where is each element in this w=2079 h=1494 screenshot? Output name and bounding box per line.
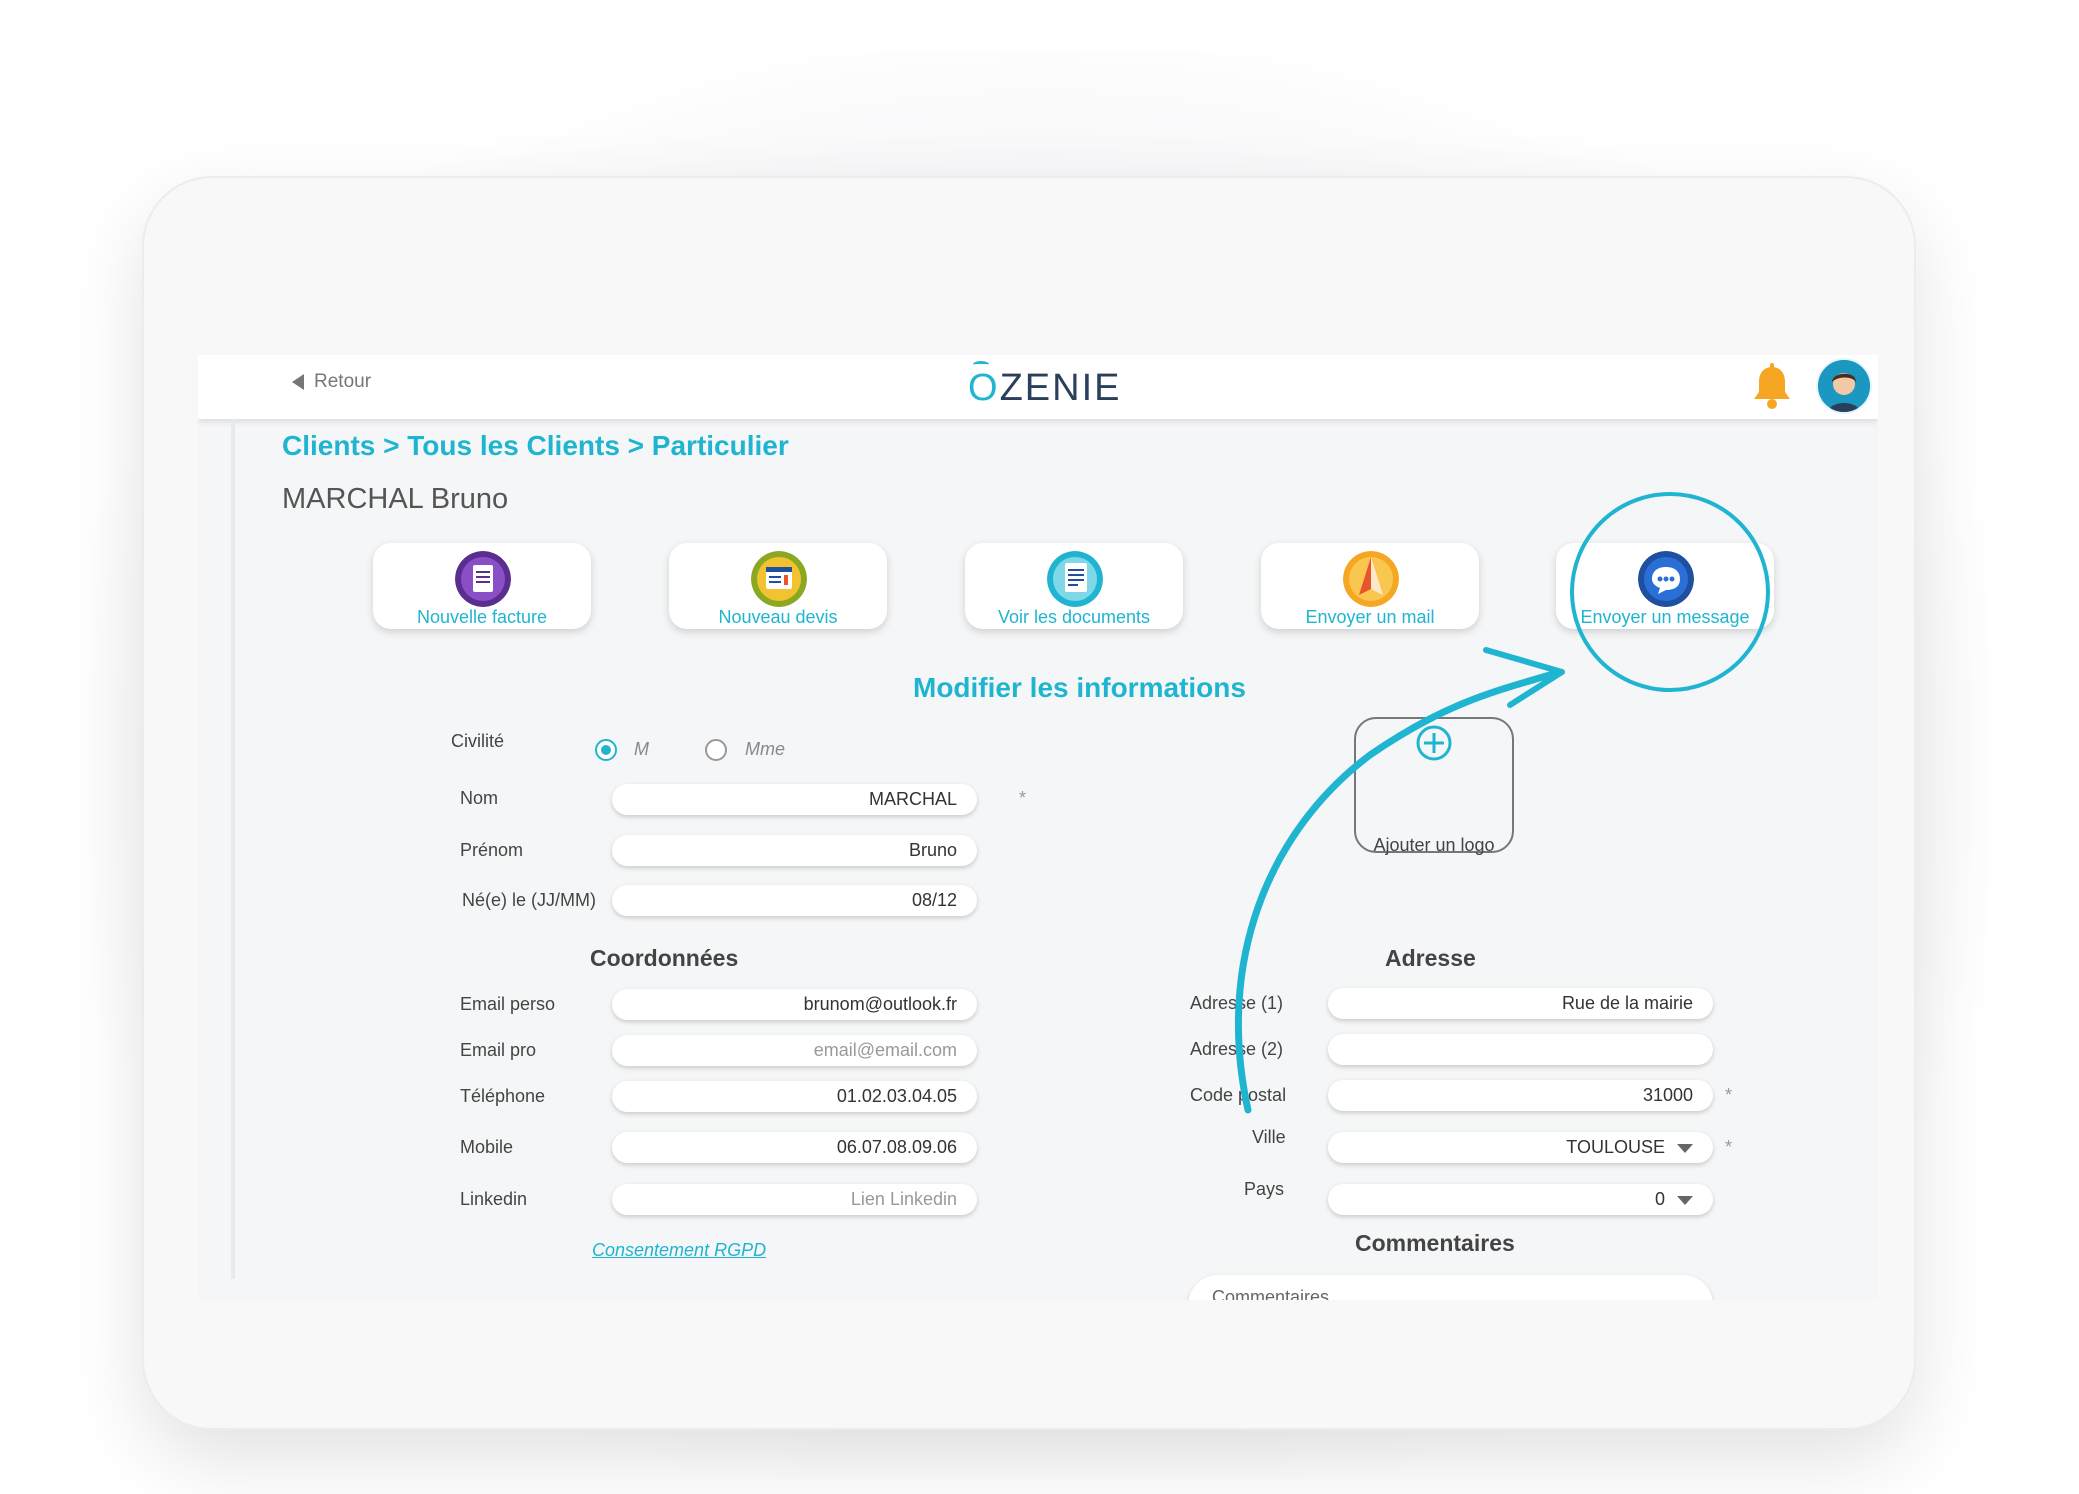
first-name-field[interactable]: Bruno [612, 835, 977, 866]
comments-title: Commentaires [1355, 1230, 1515, 1256]
action-label: Nouveau devis [718, 607, 838, 627]
view-documents-button[interactable]: Voir les documents [965, 543, 1183, 629]
email-pro-field[interactable]: email@email.com [612, 1035, 977, 1066]
radio-m[interactable] [595, 739, 617, 761]
email-perso-label: Email perso [460, 994, 556, 1014]
required-mark: * [1725, 1137, 1733, 1157]
rgpd-link[interactable]: Consentement RGPD [592, 1240, 766, 1261]
linkedin-label: Linkedin [460, 1189, 528, 1209]
logo-text: ZENIE [999, 367, 1122, 409]
postal-code-label: Code postal [1190, 1085, 1287, 1105]
mobile-label: Mobile [460, 1137, 514, 1157]
logo-letter: O [968, 361, 1000, 409]
sidebar-edge [231, 419, 235, 1279]
city-label: Ville [1252, 1127, 1286, 1147]
app-screen: Retour OZENIE Clients > Tous les Clients… [198, 355, 1878, 1300]
chevron-down-icon [1677, 1143, 1693, 1153]
comments-placeholder: Commentaires [1212, 1287, 1330, 1300]
back-label: Retour [314, 371, 372, 392]
top-bar: Retour OZENIE [198, 355, 1878, 419]
paper-plane-icon [1343, 551, 1399, 607]
action-label: Nouvelle facture [416, 607, 548, 627]
action-label: Envoyer un message [1580, 607, 1750, 627]
breadcrumb[interactable]: Clients > Tous les Clients > Particulier [282, 430, 789, 462]
phone-field[interactable]: 01.02.03.04.05 [612, 1081, 977, 1112]
city-value: TOULOUSE [1566, 1137, 1665, 1157]
radio-mme-label: Mme [745, 739, 785, 759]
app-logo: OZENIE [968, 361, 1122, 410]
chat-bubble-icon [1638, 551, 1694, 607]
first-name-label: Prénom [460, 840, 524, 860]
civility-label: Civilité [451, 731, 505, 751]
form-title: Modifier les informations [913, 672, 1246, 703]
required-mark: * [1725, 1085, 1733, 1105]
chevron-down-icon [1677, 1195, 1693, 1205]
address-title: Adresse [1385, 945, 1476, 971]
birth-date-label: Né(e) le (JJ/MM) [462, 890, 596, 910]
new-quote-button[interactable]: Nouveau devis [669, 543, 887, 629]
birth-date-field[interactable]: 08/12 [612, 885, 977, 916]
send-mail-button[interactable]: Envoyer un mail [1261, 543, 1479, 629]
postal-code-field[interactable]: 31000 [1328, 1080, 1713, 1111]
back-button[interactable]: Retour [292, 371, 371, 393]
invoice-icon [455, 551, 511, 607]
radio-m-label: M [634, 739, 649, 759]
plus-circle-icon [1416, 725, 1452, 761]
action-label: Envoyer un mail [1305, 607, 1435, 627]
country-value: 0 [1654, 1189, 1665, 1209]
linkedin-field[interactable]: Lien Linkedin [612, 1184, 977, 1215]
country-select[interactable]: 0 [1328, 1184, 1713, 1215]
last-name-field[interactable]: MARCHAL [612, 784, 977, 815]
comments-field[interactable]: Commentaires [1188, 1275, 1713, 1300]
address2-label: Adresse (2) [1190, 1039, 1284, 1059]
page-title: MARCHAL Bruno [282, 483, 509, 515]
required-mark: * [1019, 788, 1027, 808]
address2-field[interactable] [1328, 1034, 1713, 1065]
user-avatar-icon [1818, 360, 1870, 412]
documents-icon [1047, 551, 1103, 607]
add-logo-button[interactable]: Ajouter un logo [1354, 717, 1514, 855]
send-message-button[interactable]: Envoyer un message [1556, 543, 1774, 629]
contact-title: Coordonnées [590, 945, 739, 971]
address1-label: Adresse (1) [1190, 993, 1284, 1013]
new-invoice-button[interactable]: Nouvelle facture [373, 543, 591, 629]
quote-icon [751, 551, 807, 607]
country-label: Pays [1244, 1179, 1285, 1199]
avatar[interactable] [1816, 358, 1872, 414]
back-arrow-icon [292, 374, 304, 390]
bell-icon[interactable] [1744, 359, 1800, 415]
phone-label: Téléphone [460, 1086, 546, 1106]
radio-mme[interactable] [705, 739, 727, 761]
email-perso-field[interactable]: brunom@outlook.fr [612, 989, 977, 1020]
add-logo-label: Ajouter un logo [1373, 835, 1495, 855]
action-label: Voir les documents [997, 607, 1151, 627]
email-pro-label: Email pro [460, 1040, 537, 1060]
address1-field[interactable]: Rue de la mairie [1328, 988, 1713, 1019]
last-name-label: Nom [460, 788, 499, 808]
mobile-field[interactable]: 06.07.08.09.06 [612, 1132, 977, 1163]
city-select[interactable]: TOULOUSE [1328, 1132, 1713, 1163]
